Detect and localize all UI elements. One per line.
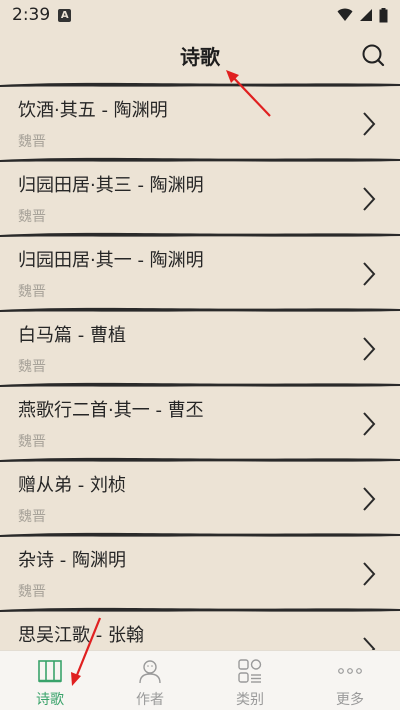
poem-title: 归园田居·其一 - 陶渊明: [18, 250, 204, 271]
poem-dynasty: 魏晋: [18, 134, 46, 150]
status-time: 2:39: [12, 5, 51, 25]
tab-categories[interactable]: 类别: [200, 651, 300, 710]
chevron-right-icon: [363, 637, 376, 650]
brush-divider: [0, 382, 400, 387]
poem-dynasty: 魏晋: [18, 584, 46, 600]
poem-dynasty: 魏晋: [18, 359, 46, 375]
poem-title: 赠从弟 - 刘桢: [18, 475, 126, 496]
poem-title: 燕歌行二首·其一 - 曹丕: [18, 400, 204, 421]
poem-list-item[interactable]: 饮酒·其五 - 陶渊明魏晋: [0, 89, 400, 155]
poem-dynasty: 魏晋: [18, 509, 46, 525]
chevron-right-icon: [363, 337, 376, 361]
chevron-right-icon: [363, 412, 376, 436]
brush-divider: [0, 307, 400, 312]
poem-list-item[interactable]: 杂诗 - 陶渊明魏晋: [0, 539, 400, 605]
poem-list-item[interactable]: 赠从弟 - 刘桢魏晋: [0, 464, 400, 530]
battery-icon: [379, 7, 388, 22]
poem-title: 杂诗 - 陶渊明: [18, 550, 126, 571]
chevron-right-icon: [363, 262, 376, 286]
poem-list: 饮酒·其五 - 陶渊明 魏晋 归园田居·其三 - 陶渊明 魏晋 归园田居·其一 - 陶渊…: [0, 80, 400, 650]
search-button[interactable]: [360, 42, 386, 68]
poem-title: 饮酒·其五 - 陶渊明: [18, 100, 168, 121]
poem-list-item[interactable]: 思吴江歌 - 张翰: [0, 614, 400, 650]
search-icon: [362, 44, 385, 67]
tab-categories-label: 类别: [236, 692, 264, 708]
poem-dynasty: 魏晋: [18, 284, 46, 300]
poem-book-icon: [38, 660, 62, 683]
tab-more-label: 更多: [336, 692, 364, 708]
poem-dynasty: 魏晋: [18, 434, 46, 450]
poem-list-item[interactable]: 归园田居·其三 - 陶渊明魏晋: [0, 164, 400, 230]
wifi-icon: [337, 8, 353, 21]
brush-divider: [0, 82, 400, 87]
status-icons: [337, 7, 388, 23]
brush-divider: [0, 457, 400, 462]
poem-dynasty: 魏晋: [18, 209, 46, 225]
brush-divider: [0, 232, 400, 237]
more-dots-icon: [338, 668, 362, 674]
brush-divider: [0, 607, 400, 612]
category-grid-icon: [238, 659, 262, 683]
tab-authors-label: 作者: [136, 692, 164, 708]
tab-poems-label: 诗歌: [36, 692, 64, 708]
tab-more[interactable]: 更多: [300, 651, 400, 710]
signal-icon: [360, 9, 372, 21]
chevron-right-icon: [363, 187, 376, 211]
app-header: 诗歌: [0, 30, 400, 80]
chevron-right-icon: [363, 562, 376, 586]
poem-list-item[interactable]: 白马篇 - 曹植魏晋: [0, 314, 400, 380]
poem-title: 白马篇 - 曹植: [18, 325, 126, 346]
author-person-icon: [139, 660, 161, 684]
poem-list-item[interactable]: 燕歌行二首·其一 - 曹丕魏晋: [0, 389, 400, 455]
status-bar: 2:39 A: [0, 0, 400, 30]
brush-divider: [0, 532, 400, 537]
poem-list-item[interactable]: 归园田居·其一 - 陶渊明魏晋: [0, 239, 400, 305]
chevron-right-icon: [363, 487, 376, 511]
chevron-right-icon: [363, 112, 376, 136]
page-title: 诗歌: [180, 44, 220, 69]
bottom-tab-bar: 诗歌 作者 类别 更多: [0, 650, 400, 710]
poem-title: 归园田居·其三 - 陶渊明: [18, 175, 204, 196]
notification-a-icon: A: [58, 8, 72, 22]
poem-title: 思吴江歌 - 张翰: [18, 625, 144, 646]
brush-divider: [0, 157, 400, 162]
tab-authors[interactable]: 作者: [100, 651, 200, 710]
tab-poems[interactable]: 诗歌: [0, 651, 100, 710]
